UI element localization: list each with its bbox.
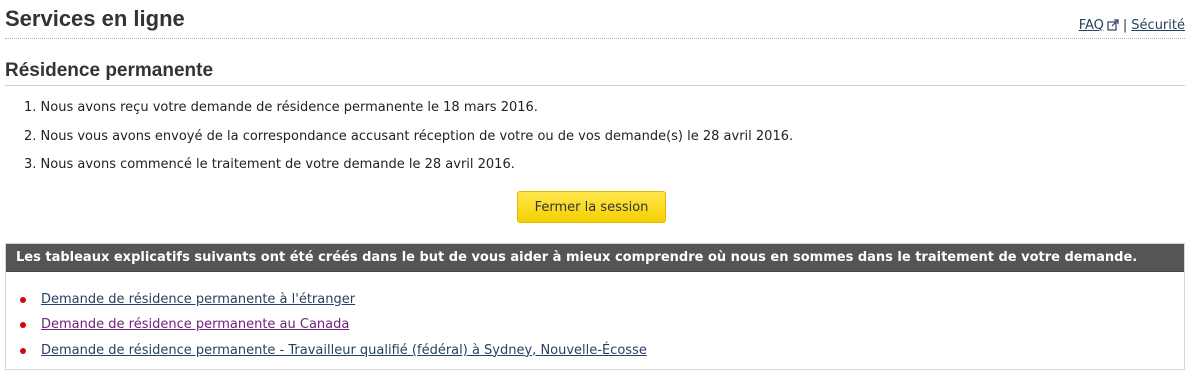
- header-divider: [5, 38, 1185, 39]
- list-item: Demande de résidence permanente à l'étra…: [20, 287, 647, 313]
- bullet-icon: [20, 322, 26, 329]
- page-title: Services en ligne: [5, 6, 185, 31]
- guide-link-skilled-worker[interactable]: Demande de résidence permanente - Travai…: [41, 342, 647, 360]
- info-panel: Les tableaux explicatifs suivants ont ét…: [5, 243, 1185, 370]
- link-separator: |: [1122, 18, 1128, 33]
- external-link-icon: [1107, 19, 1119, 36]
- guide-link-canada[interactable]: Demande de résidence permanente au Canad…: [41, 316, 349, 334]
- info-panel-header: Les tableaux explicatifs suivants ont ét…: [6, 244, 1184, 272]
- status-step: 2. Nous vous avons envoyé de la correspo…: [24, 128, 794, 144]
- list-item: Demande de résidence permanente - Travai…: [20, 338, 647, 364]
- bullet-icon: [20, 347, 26, 354]
- status-step: 1. Nous avons reçu votre demande de rési…: [24, 100, 538, 115]
- faq-link[interactable]: FAQ: [1079, 18, 1119, 33]
- section-divider: [5, 85, 1185, 86]
- security-link[interactable]: Sécurité: [1131, 18, 1185, 33]
- guide-link-abroad[interactable]: Demande de résidence permanente à l'étra…: [41, 291, 355, 309]
- status-steps: 1. Nous avons reçu votre demande de rési…: [24, 99, 793, 185]
- logout-button[interactable]: Fermer la session: [517, 191, 666, 223]
- guide-link-list: Demande de résidence permanente à l'étra…: [20, 287, 647, 364]
- top-links: FAQ | Sécurité: [1079, 18, 1185, 36]
- bullet-icon: [20, 296, 26, 303]
- status-step: 3. Nous avons commencé le traitement de …: [24, 157, 515, 172]
- faq-link-label: FAQ: [1078, 18, 1104, 33]
- section-title: Résidence permanente: [5, 60, 214, 81]
- list-item: Demande de résidence permanente au Canad…: [20, 313, 647, 339]
